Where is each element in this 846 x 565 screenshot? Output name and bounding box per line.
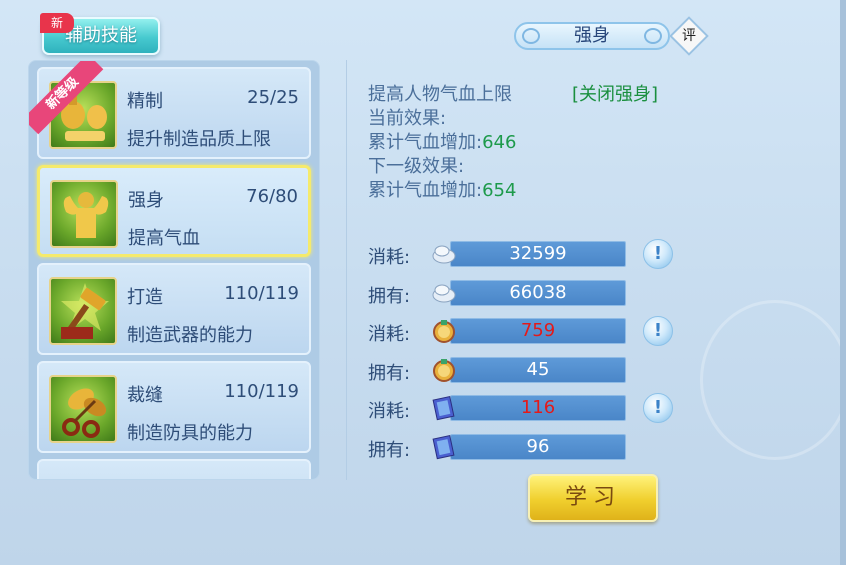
next-stat-value: 654: [482, 180, 517, 201]
right-curl-ornament: [644, 28, 662, 44]
resource-label: 拥有:: [368, 286, 411, 307]
silver-icon: [430, 279, 458, 307]
skill-list[interactable]: 新等级 精制 25/25 提升制造品质上限 强身 76/80 提高气血 打造 1…: [28, 60, 320, 480]
skill-name: 强身: [128, 190, 164, 211]
contribution-icon: [430, 317, 458, 345]
skill-level: 110/119: [224, 283, 299, 304]
next-effect-row: 累计气血增加:654: [368, 176, 516, 202]
book-icon: [430, 394, 458, 422]
next-effect-label: 下一级效果:: [368, 156, 465, 177]
skill-level: 76/80: [246, 186, 298, 207]
skill-name: 打造: [127, 287, 163, 308]
skill-item-tailor[interactable]: 裁缝 110/119 制造防具的能力: [37, 361, 311, 453]
resource-label: 拥有:: [368, 440, 411, 461]
hammer-icon: [49, 277, 117, 345]
resource-value: 32599: [450, 241, 626, 267]
skill-description: 提高气血: [128, 228, 200, 249]
current-effect-label: 当前效果:: [368, 108, 447, 129]
info-icon[interactable]: !: [643, 316, 673, 346]
background-cloud-decoration: [700, 300, 840, 460]
skill-level: 25/25: [247, 87, 299, 108]
skill-description: 制造武器的能力: [127, 325, 253, 346]
rate-button[interactable]: 评: [669, 16, 709, 56]
resource-value: 116: [450, 395, 626, 421]
tab-auxiliary-skills[interactable]: 辅助技能 新: [40, 13, 160, 55]
resource-label: 消耗:: [368, 401, 411, 422]
skill-name: 精制: [127, 91, 163, 112]
resource-label: 消耗:: [368, 247, 411, 268]
resource-value: 66038: [450, 280, 626, 306]
resource-value: 96: [450, 434, 626, 460]
skill-level: 110/119: [224, 381, 299, 402]
skill-window: 辅助技能 新 新等级 精制 25/25 提升制造品质上限 强身 76/80 提高…: [0, 0, 846, 565]
book-icon: [430, 433, 458, 461]
skill-item-partial[interactable]: [37, 459, 311, 479]
current-stat-value: 646: [482, 132, 517, 153]
skill-item-strengthen[interactable]: 强身 76/80 提高气血: [37, 165, 311, 257]
resource-label: 拥有:: [368, 363, 411, 384]
new-badge: 新: [40, 13, 74, 33]
current-stat-label: 累计气血增加:: [368, 132, 483, 153]
current-effect-row: 累计气血增加:646: [368, 128, 516, 154]
info-icon[interactable]: !: [643, 239, 673, 269]
scissors-icon: [49, 375, 117, 443]
skill-title: 强身: [574, 25, 610, 46]
resource-value: 45: [450, 357, 626, 383]
tab-label: 辅助技能: [65, 25, 137, 46]
skill-item-forge[interactable]: 打造 110/119 制造武器的能力: [37, 263, 311, 355]
muscle-icon: [50, 180, 118, 248]
toggle-strengthen-link[interactable]: [关闭强身]: [572, 80, 658, 106]
skill-description: 制造防具的能力: [127, 423, 253, 444]
skill-effect-desc: 提高人物气血上限: [368, 84, 512, 105]
silver-icon: [430, 240, 458, 268]
left-curl-ornament: [522, 28, 540, 44]
resource-label: 消耗:: [368, 324, 411, 345]
next-stat-label: 累计气血增加:: [368, 180, 483, 201]
rate-label: 评: [682, 28, 696, 44]
skill-item-refine[interactable]: 新等级 精制 25/25 提升制造品质上限: [29, 61, 311, 159]
skill-name: 裁缝: [127, 385, 163, 406]
info-icon[interactable]: !: [643, 393, 673, 423]
skill-description: 提升制造品质上限: [127, 129, 271, 150]
learn-button[interactable]: 学习: [528, 474, 658, 522]
resource-value: 759: [450, 318, 626, 344]
contribution-icon: [430, 356, 458, 384]
panel-divider: [346, 60, 347, 480]
skill-title-plate: 强身: [514, 22, 670, 50]
